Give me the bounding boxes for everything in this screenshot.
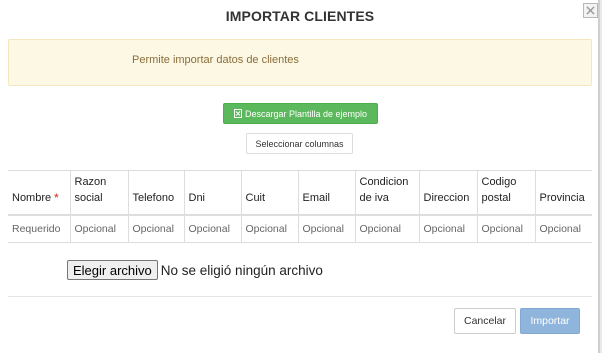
modal-title: IMPORTAR CLIENTES (225, 8, 375, 24)
column-header: Nombre * (8, 170, 70, 216)
table-cell: Opcional (127, 214, 184, 243)
select-columns-button[interactable]: Seleccionar columnas (246, 133, 353, 154)
column-header: Dni (183, 170, 241, 216)
file-excel-icon (233, 109, 242, 118)
table-header-row: Nombre * Razon social Telefono Dni Cuit … (8, 170, 592, 216)
file-input: Elegir archivo No se eligió ningún archi… (67, 260, 323, 280)
footer-divider (8, 296, 592, 297)
required-marker: * (54, 191, 59, 204)
download-template-label: Descargar Plantilla de ejemplo (244, 108, 368, 119)
select-columns-label: Seleccionar columnas (255, 138, 344, 149)
alert-text: Permite importar datos de clientes (132, 54, 299, 66)
column-header: Cuit (240, 170, 298, 216)
column-header: Codigo postal (476, 170, 535, 216)
column-header: Email (297, 170, 355, 216)
table-cell: Opcional (297, 214, 355, 243)
table-cell: Opcional (240, 214, 298, 243)
file-status: No se eligió ningún archivo (160, 262, 323, 278)
table-row: Requerido Opcional Opcional Opcional Opc… (8, 214, 592, 243)
cancel-button[interactable]: Cancelar (454, 308, 516, 334)
close-button[interactable] (583, 3, 598, 18)
column-header: Condicion de iva (354, 170, 419, 216)
column-header: Provincia (534, 170, 592, 216)
download-template-button[interactable]: Descargar Plantilla de ejemplo (223, 103, 378, 124)
table-cell: Opcional (354, 214, 419, 243)
import-clients-modal: IMPORTAR CLIENTES Permite importar datos… (0, 0, 600, 353)
table-cell: Opcional (183, 214, 241, 243)
table-cell: Requerido (8, 214, 70, 243)
column-header: Razon social (69, 170, 128, 216)
choose-file-button[interactable]: Elegir archivo (67, 260, 158, 280)
table-cell: Opcional (418, 214, 477, 243)
column-header: Telefono (127, 170, 184, 216)
column-header: Direccion (418, 170, 477, 216)
close-icon (586, 6, 595, 15)
columns-table: Nombre * Razon social Telefono Dni Cuit … (8, 170, 592, 243)
table-cell: Opcional (69, 214, 128, 243)
info-alert: Permite importar datos de clientes (8, 39, 592, 86)
table-cell: Opcional (476, 214, 535, 243)
table-cell: Opcional (534, 214, 592, 243)
import-button[interactable]: Importar (520, 308, 580, 334)
modal-header: IMPORTAR CLIENTES (0, 0, 600, 30)
